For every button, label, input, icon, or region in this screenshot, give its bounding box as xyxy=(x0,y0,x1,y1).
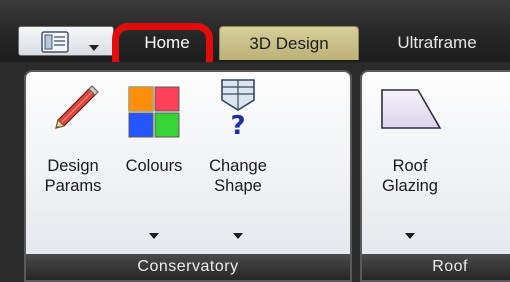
application-menu-button[interactable] xyxy=(18,26,114,56)
change-shape-dropdown-arrow-icon[interactable] xyxy=(233,226,243,244)
tab-home[interactable]: Home xyxy=(128,26,206,60)
change-shape-label-line2: Shape xyxy=(214,177,262,195)
roof-group-label: Roof xyxy=(362,254,510,280)
ribbon-tab-strip: Home 3D Design Ultraframe xyxy=(0,0,510,64)
colours-button[interactable]: Colours xyxy=(114,78,194,250)
pencil-icon xyxy=(48,82,100,139)
design-params-button[interactable]: Design Params xyxy=(34,78,112,250)
svg-text:?: ? xyxy=(230,111,245,140)
roof-glazing-label-line2: Glazing xyxy=(382,177,438,195)
roof-glazing-dropdown-arrow-icon[interactable] xyxy=(405,226,415,244)
dropdown-arrow-icon xyxy=(89,38,99,56)
roof-glazing-label-line1: Roof xyxy=(392,157,428,175)
document-icon xyxy=(41,31,69,58)
conservatory-group: Design Params Colours ? Change Shape Con… xyxy=(24,70,352,282)
tab-3d-design[interactable]: 3D Design xyxy=(219,26,359,60)
roof-glazing-button[interactable]: Roof Glazing xyxy=(368,78,452,250)
design-params-label-line2: Params xyxy=(44,177,102,195)
colours-label: Colours xyxy=(125,157,183,175)
roof-panel-icon xyxy=(380,88,442,143)
colour-grid-icon xyxy=(128,86,180,143)
design-params-label-line1: Design xyxy=(47,157,99,175)
conservatory-group-label: Conservatory xyxy=(26,254,350,280)
colours-dropdown-arrow-icon[interactable] xyxy=(149,226,159,244)
change-shape-label-line1: Change xyxy=(209,157,267,175)
roof-group: Roof Glazing Roof xyxy=(360,70,510,282)
shape-question-icon: ? xyxy=(216,78,260,145)
tab-ultraframe[interactable]: Ultraframe xyxy=(368,26,506,60)
change-shape-button[interactable]: ? Change Shape xyxy=(196,78,280,250)
